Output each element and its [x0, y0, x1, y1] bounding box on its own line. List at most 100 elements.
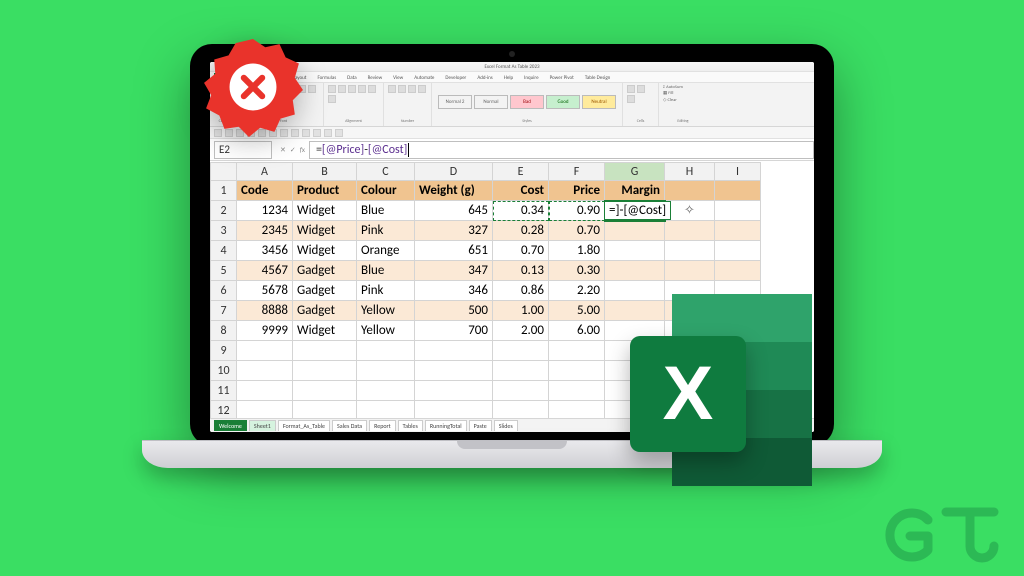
cell[interactable]: 651	[415, 241, 493, 261]
tab-data[interactable]: Data	[343, 73, 360, 82]
tab-formulas[interactable]: Formulas	[313, 73, 340, 82]
name-box[interactable]: E2	[214, 141, 272, 159]
cell[interactable]: Pink	[357, 281, 415, 301]
col-header[interactable]: F	[549, 163, 605, 181]
cell[interactable]: 1.00	[493, 301, 549, 321]
sheet-tab[interactable]: Report	[369, 420, 396, 431]
cell[interactable]: 0.30	[549, 261, 605, 281]
cell[interactable]: Widget	[293, 221, 357, 241]
cell[interactable]	[605, 221, 665, 241]
col-header[interactable]: I	[715, 163, 761, 181]
col-header[interactable]: C	[357, 163, 415, 181]
cell[interactable]: Gadget	[293, 281, 357, 301]
tab-developer[interactable]: Developer	[441, 73, 470, 82]
cell[interactable]	[665, 241, 715, 261]
cell-active[interactable]: 0.34	[493, 201, 549, 221]
row-header[interactable]: 1	[211, 181, 237, 201]
sheet-tab[interactable]: Sales Data	[332, 420, 367, 431]
cancel-formula-icon[interactable]: ✕	[280, 145, 286, 154]
cell[interactable]: Widget	[293, 201, 357, 221]
cell[interactable]: Code	[237, 181, 293, 201]
table-row[interactable]: 5 4567 Gadget Blue 347 0.13 0.30	[211, 261, 761, 281]
row-header[interactable]: 2	[211, 201, 237, 221]
row-header[interactable]: 11	[211, 381, 237, 401]
cell[interactable]	[715, 201, 761, 221]
cell[interactable]: Widget	[293, 241, 357, 261]
tab-addins[interactable]: Add-ins	[473, 73, 496, 82]
fx-icon[interactable]: fx	[300, 145, 305, 154]
cell[interactable]: 4567	[237, 261, 293, 281]
cell[interactable]: Gadget	[293, 261, 357, 281]
cell[interactable]	[715, 221, 761, 241]
sheet-tab[interactable]: Format_As_Table	[278, 420, 330, 431]
row-header[interactable]: 6	[211, 281, 237, 301]
cell[interactable]: ✧	[665, 201, 715, 221]
cell[interactable]: Blue	[357, 201, 415, 221]
cell[interactable]	[605, 261, 665, 281]
cell-editing[interactable]: =]-[@Cost]	[605, 201, 665, 221]
cell[interactable]: Yellow	[357, 301, 415, 321]
tab-help[interactable]: Help	[500, 73, 517, 82]
cell[interactable]: 9999	[237, 321, 293, 341]
cell[interactable]: 347	[415, 261, 493, 281]
col-header[interactable]: E	[493, 163, 549, 181]
select-all-triangle[interactable]	[211, 163, 237, 181]
sheet-tab[interactable]: Tables	[398, 420, 423, 431]
table-header-row[interactable]: 1 Code Product Colour Weight (g) Cost Pr…	[211, 181, 761, 201]
cell[interactable]: 3456	[237, 241, 293, 261]
row-header[interactable]: 10	[211, 361, 237, 381]
cell[interactable]: 700	[415, 321, 493, 341]
cell[interactable]: Blue	[357, 261, 415, 281]
cell[interactable]: 0.90	[549, 201, 605, 221]
cell[interactable]: 0.28	[493, 221, 549, 241]
cell[interactable]: 645	[415, 201, 493, 221]
qat-icon[interactable]	[313, 129, 321, 137]
cellstyle-normal2[interactable]: Normal 2	[438, 95, 472, 109]
sheet-tab[interactable]: RunningTotal	[425, 420, 467, 431]
cell[interactable]: 5678	[237, 281, 293, 301]
cell[interactable]: Weight (g)	[415, 181, 493, 201]
cellstyle-neutral[interactable]: Neutral	[582, 95, 616, 109]
row-header[interactable]: 7	[211, 301, 237, 321]
cell[interactable]: 6.00	[549, 321, 605, 341]
col-header[interactable]: G	[605, 163, 665, 181]
cell[interactable]: 2.20	[549, 281, 605, 301]
cellstyle-bad[interactable]: Bad	[510, 95, 544, 109]
sheet-tab[interactable]: Sheet1	[249, 420, 276, 431]
qat-icon[interactable]	[324, 129, 332, 137]
cell[interactable]: Product	[293, 181, 357, 201]
row-header[interactable]: 3	[211, 221, 237, 241]
cell[interactable]: Pink	[357, 221, 415, 241]
cellstyle-good[interactable]: Good	[546, 95, 580, 109]
enter-formula-icon[interactable]: ✓	[290, 145, 296, 154]
row-header[interactable]: 12	[211, 401, 237, 419]
cell[interactable]: Yellow	[357, 321, 415, 341]
cell[interactable]: 8888	[237, 301, 293, 321]
cell[interactable]: Price	[549, 181, 605, 201]
cell[interactable]	[715, 241, 761, 261]
cell[interactable]	[715, 261, 761, 281]
col-header[interactable]: D	[415, 163, 493, 181]
cell[interactable]	[605, 241, 665, 261]
cell[interactable]: 0.70	[549, 221, 605, 241]
qat-icon[interactable]	[335, 129, 343, 137]
cell[interactable]: Cost	[493, 181, 549, 201]
tab-power-pivot[interactable]: Power Pivot	[546, 73, 578, 82]
tab-automate[interactable]: Automate	[410, 73, 438, 82]
cell[interactable]	[665, 221, 715, 241]
cell[interactable]: 327	[415, 221, 493, 241]
cellstyle-normal[interactable]: Normal	[474, 95, 508, 109]
autosum-button[interactable]: AutoSum	[666, 85, 683, 90]
col-header[interactable]: B	[293, 163, 357, 181]
cell[interactable]: Margin	[605, 181, 665, 201]
tab-inquire[interactable]: Inquire	[520, 73, 542, 82]
tab-view[interactable]: View	[389, 73, 407, 82]
cell[interactable]	[665, 181, 715, 201]
tab-table-design[interactable]: Table Design	[581, 73, 614, 82]
cell[interactable]: 1.80	[549, 241, 605, 261]
cell[interactable]: 5.00	[549, 301, 605, 321]
table-row[interactable]: 3 2345 Widget Pink 327 0.28 0.70	[211, 221, 761, 241]
row-header[interactable]: 8	[211, 321, 237, 341]
table-row[interactable]: 2 1234 Widget Blue 645 0.34 0.90 =]-[@Co…	[211, 201, 761, 221]
row-header[interactable]: 9	[211, 341, 237, 361]
